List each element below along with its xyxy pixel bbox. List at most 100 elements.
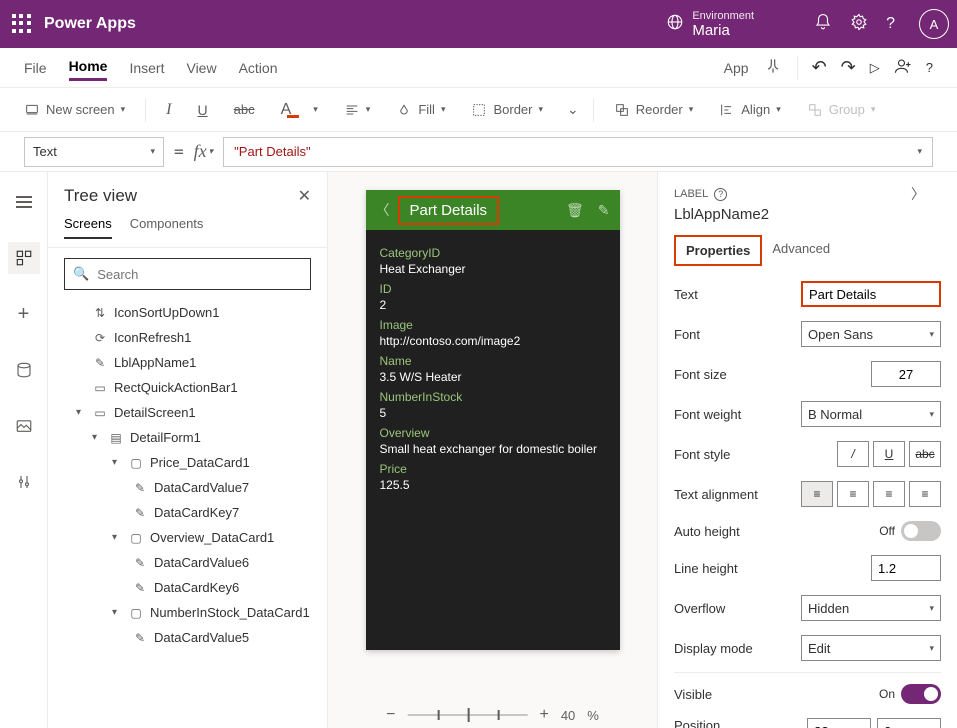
zoom-value: 40: [561, 708, 575, 723]
help2-icon[interactable]: ?: [926, 60, 933, 75]
property-selector[interactable]: Text▾: [24, 137, 164, 167]
field-value: Small heat exchanger for domestic boiler: [380, 442, 606, 456]
zoom-slider[interactable]: [407, 714, 527, 716]
tab-components[interactable]: Components: [130, 210, 204, 239]
font-color-button[interactable]: A▾: [275, 97, 324, 123]
tree-node[interactable]: ▾▢Overview_DataCard1: [56, 525, 319, 550]
fill-button[interactable]: Fill▾: [390, 98, 451, 122]
sort-icon: ⇅: [92, 306, 108, 320]
delete-icon[interactable]: 🗑: [566, 202, 584, 219]
align-justify-button[interactable]: ≡: [909, 481, 941, 507]
underline-icon[interactable]: U: [192, 98, 214, 122]
environment-icon: [666, 13, 684, 34]
play-icon[interactable]: ▷: [870, 60, 880, 76]
tree-node[interactable]: ▾▭DetailScreen1: [56, 400, 319, 425]
formula-input[interactable]: "Part Details"▾: [223, 137, 933, 167]
prop-font-select[interactable]: Open Sans▾: [801, 321, 941, 347]
help-icon[interactable]: ?: [886, 15, 895, 33]
align-left-button[interactable]: ≡: [801, 481, 833, 507]
tree-node[interactable]: ✎DataCardKey6: [56, 575, 319, 600]
chevron-down-icon[interactable]: ▾: [112, 457, 122, 468]
environment-selector[interactable]: Environment Maria: [666, 10, 754, 39]
prop-overflow-select[interactable]: Hidden▾: [801, 595, 941, 621]
zoom-out-button[interactable]: −: [386, 706, 395, 724]
visible-toggle[interactable]: [901, 684, 941, 704]
fx-button[interactable]: fx▾: [194, 141, 214, 162]
card-icon: ▢: [128, 456, 144, 470]
prop-lineheight-input[interactable]: [871, 555, 941, 581]
edit-icon[interactable]: ✎: [598, 202, 610, 219]
tree-node[interactable]: ▾▢NumberInStock_DataCard1: [56, 600, 319, 625]
tree-search-box[interactable]: 🔍: [64, 258, 311, 290]
menu-action[interactable]: Action: [239, 56, 278, 80]
formula-value: "Part Details": [234, 144, 310, 159]
reorder-button[interactable]: Reorder▾: [608, 98, 700, 122]
underline-toggle[interactable]: U: [873, 441, 905, 467]
rail-tools-icon[interactable]: [8, 466, 40, 498]
tree-node[interactable]: ✎LblAppName1: [56, 350, 319, 375]
rail-media-icon[interactable]: [8, 410, 40, 442]
tree-search-input[interactable]: [97, 267, 302, 282]
toolbar-expand-icon[interactable]: ⌄: [567, 101, 579, 118]
align-center-button[interactable]: ≡: [837, 481, 869, 507]
app-checker-icon[interactable]: [763, 56, 783, 79]
prop-fontsize-input[interactable]: [871, 361, 941, 387]
undo-icon[interactable]: ↶: [812, 57, 827, 78]
align-controls-button[interactable]: Align▾: [713, 98, 786, 122]
zoom-in-button[interactable]: +: [539, 706, 548, 724]
user-avatar[interactable]: A: [919, 9, 949, 39]
tree-node[interactable]: ⟳IconRefresh1: [56, 325, 319, 350]
menu-file[interactable]: File: [24, 56, 47, 80]
field-label: Overview: [380, 426, 606, 440]
new-screen-button[interactable]: New screen▾: [18, 98, 131, 122]
prop-text-input[interactable]: [801, 281, 941, 307]
italic-icon[interactable]: I: [160, 97, 177, 123]
rail-tree-icon[interactable]: [8, 242, 40, 274]
chevron-down-icon[interactable]: ▾: [92, 432, 102, 443]
tree-node[interactable]: ▾▢Price_DataCard1: [56, 450, 319, 475]
menu-insert[interactable]: Insert: [129, 56, 164, 80]
tree-node[interactable]: ✎DataCardValue5: [56, 625, 319, 650]
rail-hamburger-icon[interactable]: [8, 186, 40, 218]
redo-icon[interactable]: ↷: [841, 57, 856, 78]
tree-node[interactable]: ⇅IconSortUpDown1: [56, 300, 319, 325]
treeview-close-icon[interactable]: ✕: [298, 186, 311, 206]
environment-label: Environment: [692, 10, 754, 22]
prop-displaymode-select[interactable]: Edit▾: [801, 635, 941, 661]
notifications-icon[interactable]: [814, 13, 832, 36]
chevron-down-icon[interactable]: ▾: [112, 532, 122, 543]
align-button[interactable]: ▾: [338, 98, 377, 122]
italic-toggle[interactable]: /: [837, 441, 869, 467]
menu-app[interactable]: App: [724, 56, 749, 80]
menu-view[interactable]: View: [186, 56, 216, 80]
search-icon: 🔍: [73, 266, 89, 282]
app-launcher-icon[interactable]: [12, 14, 32, 34]
prop-position-y[interactable]: [877, 718, 941, 728]
settings-icon[interactable]: [850, 13, 868, 36]
menu-home[interactable]: Home: [69, 54, 108, 81]
tree-node[interactable]: ✎DataCardValue7: [56, 475, 319, 500]
info-icon[interactable]: ?: [714, 188, 727, 201]
back-icon[interactable]: 〈: [376, 200, 390, 220]
rail-insert-icon[interactable]: +: [8, 298, 40, 330]
align-right-button[interactable]: ≡: [873, 481, 905, 507]
rail-data-icon[interactable]: [8, 354, 40, 386]
pane-collapse-icon[interactable]: 〉: [911, 184, 941, 204]
tab-screens[interactable]: Screens: [64, 210, 112, 239]
tree-node[interactable]: ▭RectQuickActionBar1: [56, 375, 319, 400]
selected-label[interactable]: Part Details: [398, 196, 500, 225]
prop-position-x[interactable]: [807, 718, 871, 728]
tree-node[interactable]: ✎DataCardValue6: [56, 550, 319, 575]
tree-node[interactable]: ✎DataCardKey7: [56, 500, 319, 525]
border-button[interactable]: Border▾: [465, 98, 549, 122]
tab-properties[interactable]: Properties: [674, 235, 762, 266]
strikethrough-icon[interactable]: abc: [228, 98, 261, 121]
prop-fontweight-select[interactable]: B Normal▾: [801, 401, 941, 427]
share-icon[interactable]: [894, 57, 912, 78]
chevron-down-icon[interactable]: ▾: [76, 407, 86, 418]
tab-advanced[interactable]: Advanced: [762, 235, 840, 266]
autoheight-toggle[interactable]: [901, 521, 941, 541]
strike-toggle[interactable]: abc: [909, 441, 941, 467]
tree-node[interactable]: ▾▤DetailForm1: [56, 425, 319, 450]
chevron-down-icon[interactable]: ▾: [112, 607, 122, 618]
